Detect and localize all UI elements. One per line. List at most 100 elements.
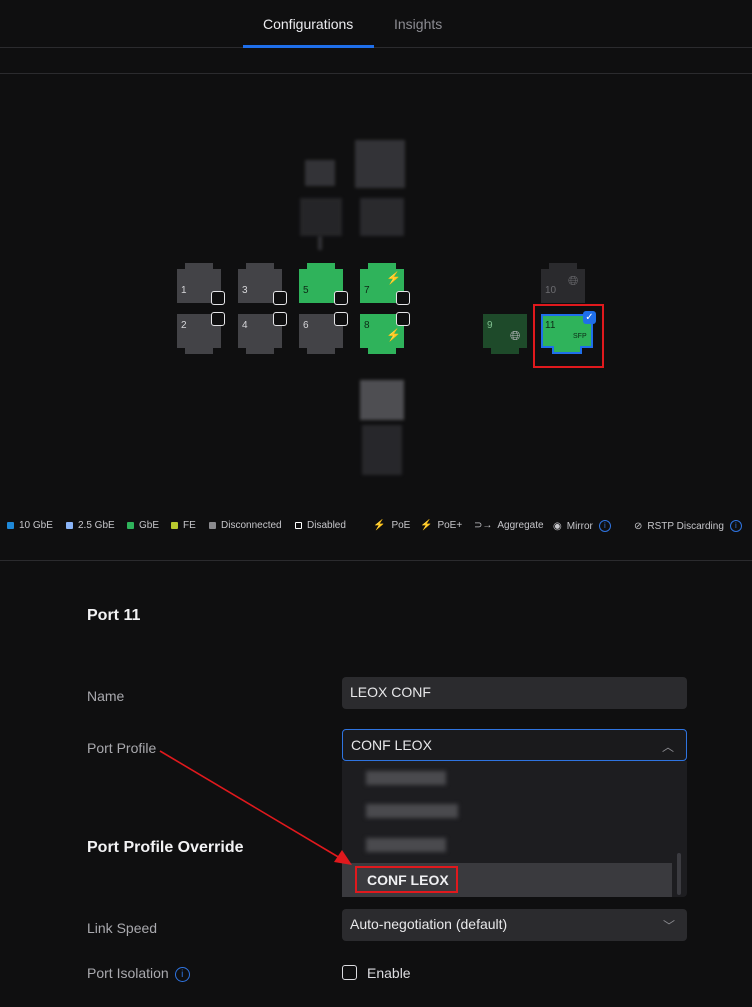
redacted-area — [300, 198, 342, 236]
dropdown-option[interactable] — [342, 794, 672, 828]
tab-insights[interactable]: Insights — [394, 16, 442, 32]
port-number: 5 — [303, 285, 309, 296]
redacted-area — [360, 198, 404, 236]
port-isolation-label: Port Isolation i — [87, 965, 190, 982]
poe-plus-icon: ⚡ — [386, 271, 401, 285]
legend-label: Mirror — [566, 520, 593, 532]
port-checkbox[interactable] — [396, 291, 410, 305]
swatch — [127, 522, 134, 529]
divider — [0, 73, 752, 74]
swatch — [295, 522, 302, 529]
port-6[interactable]: 6 — [299, 312, 348, 354]
port-2[interactable]: 2 — [177, 312, 225, 354]
redacted-text — [366, 838, 446, 852]
port-profile-value: CONF LEOX — [351, 737, 432, 753]
legend-label: FE — [183, 520, 196, 531]
globe-icon: 🌐︎ — [510, 328, 521, 343]
bolt-icon: ⚡ — [373, 520, 386, 531]
port-number: 1 — [181, 285, 187, 296]
link-speed-select[interactable]: Auto-negotiation (default) ﹀ — [342, 909, 687, 941]
legend-label: 10 GbE — [19, 520, 53, 531]
port-4[interactable]: 4 — [238, 312, 287, 354]
redacted-area — [360, 380, 404, 420]
dropdown-option[interactable] — [342, 828, 672, 862]
globe-icon: 🌐︎ — [568, 273, 579, 288]
port-profile-select[interactable]: CONF LEOX ︿ — [342, 729, 687, 761]
legend-label: GbE — [139, 520, 160, 531]
dropdown-option[interactable] — [342, 761, 672, 795]
legend-mirror: ◉ Mirror i — [553, 520, 611, 532]
redacted-area — [318, 236, 322, 250]
legend-10gbe: 10 GbE — [7, 520, 53, 531]
legend-label: RSTP Discarding — [647, 520, 724, 532]
redacted-text — [366, 771, 446, 785]
info-icon[interactable]: i — [174, 966, 190, 982]
port-isolation-option: Enable — [367, 965, 411, 981]
port-1[interactable]: 1 — [177, 263, 225, 305]
port-checkbox[interactable] — [211, 312, 225, 326]
legend-aggregate: ⊃→ Aggregate — [474, 520, 544, 531]
dropdown-scrollbar[interactable] — [677, 853, 681, 895]
legend-gbe: GbE — [127, 520, 159, 531]
legend-label: PoE — [391, 520, 411, 531]
port-number: 10 — [545, 285, 557, 296]
active-tab-indicator — [243, 45, 374, 48]
legend-poe: ⚡ PoE — [373, 520, 410, 531]
highlight-box — [355, 866, 458, 893]
port-number: 4 — [242, 320, 248, 331]
port-7[interactable]: ⚡ 7 — [360, 263, 410, 305]
legend-poe-plus: ⚡ PoE+ — [420, 520, 462, 531]
link-speed-label: Link Speed — [87, 920, 158, 936]
port-number: 8 — [364, 320, 370, 331]
block-icon: ⊘ — [634, 520, 643, 532]
legend-disabled: Disabled — [295, 520, 346, 531]
port-checkbox[interactable] — [334, 312, 348, 326]
name-input[interactable]: LEOX CONF — [342, 677, 687, 709]
aggregate-icon: ⊃→ — [474, 520, 493, 531]
swatch — [66, 522, 73, 529]
port-checkbox[interactable] — [273, 291, 287, 305]
port-number: 7 — [364, 285, 370, 296]
tab-configurations[interactable]: Configurations — [263, 16, 353, 32]
legend-label: Disabled — [307, 520, 346, 531]
port-8[interactable]: ⚡ 8 — [360, 312, 410, 354]
chevron-down-icon: ﹀ — [662, 919, 675, 933]
swatch — [7, 522, 14, 529]
redacted-area — [362, 425, 402, 475]
tab-bar: Configurations Insights — [0, 0, 752, 48]
legend-rstp: ⊘ RSTP Discarding i — [634, 520, 742, 532]
highlight-box — [533, 304, 604, 368]
bolt-plus-icon: ⚡ — [420, 520, 433, 531]
port-number: 9 — [487, 320, 493, 331]
info-icon[interactable]: i — [598, 520, 611, 532]
info-icon[interactable]: i — [729, 520, 742, 532]
legend-label: Aggregate — [497, 520, 544, 531]
port-profile-label: Port Profile — [87, 740, 157, 756]
port-3[interactable]: 3 — [238, 263, 287, 305]
swatch — [209, 522, 216, 529]
port-number: 2 — [181, 320, 187, 331]
eye-icon: ◉ — [553, 520, 562, 532]
port-9[interactable]: 9 🌐︎ — [483, 314, 527, 354]
port-5[interactable]: 5 — [299, 263, 348, 305]
port-title: Port 11 — [87, 607, 141, 624]
port-checkbox[interactable] — [273, 312, 287, 326]
legend-label: PoE+ — [437, 520, 463, 531]
chevron-up-icon: ︿ — [661, 740, 674, 754]
poe-plus-icon: ⚡ — [386, 328, 401, 342]
legend-label: 2.5 GbE — [78, 520, 115, 531]
port-10[interactable]: 10 🌐︎ — [541, 263, 585, 303]
port-checkbox[interactable] — [334, 291, 348, 305]
redacted-area — [355, 140, 405, 188]
legend-2-5gbe: 2.5 GbE — [66, 520, 115, 531]
port-isolation-text: Port Isolation — [87, 965, 169, 981]
legend-disconnected: Disconnected — [209, 520, 282, 531]
port-profile-override-title: Port Profile Override — [87, 839, 244, 856]
port-checkbox[interactable] — [396, 312, 410, 326]
port-isolation-checkbox[interactable] — [342, 965, 357, 980]
redacted-text — [366, 804, 458, 818]
port-number: 3 — [242, 285, 248, 296]
name-label: Name — [87, 688, 125, 704]
port-checkbox[interactable] — [211, 291, 225, 305]
port-legend: 10 GbE 2.5 GbE GbE FE Disconnected Disab… — [0, 520, 752, 536]
